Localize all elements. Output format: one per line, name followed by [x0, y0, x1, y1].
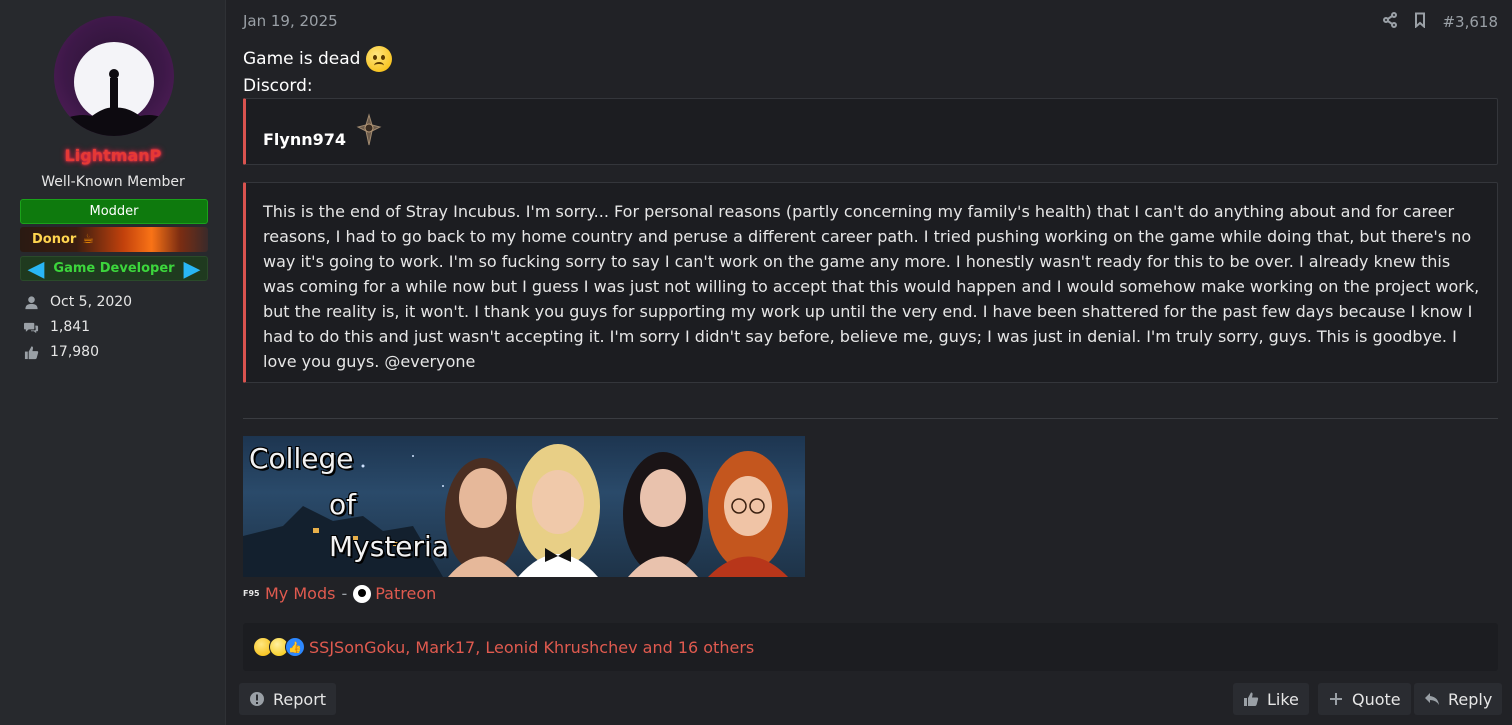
donor-banner: Donor ☕: [20, 227, 208, 252]
report-label: Report: [273, 689, 327, 709]
post-date[interactable]: Jan 19, 2025: [243, 12, 338, 30]
post-number[interactable]: #3,618: [1442, 13, 1498, 31]
like-icon: [1244, 692, 1259, 706]
quote-label: Quote: [1352, 689, 1401, 709]
link-separator: -: [341, 584, 348, 603]
post-tools: #3,618: [1382, 12, 1498, 32]
reply-button[interactable]: Reply: [1414, 683, 1503, 715]
game-developer-banner: ◀ Game Developer ▶: [20, 256, 208, 282]
quote-author-name[interactable]: Flynn974: [263, 130, 346, 149]
user-title: Well-Known Member: [41, 174, 185, 190]
reaction-icons: 👍: [253, 637, 305, 657]
signature-banner-image[interactable]: College of Mysteria: [243, 436, 805, 577]
my-mods-link[interactable]: My Mods: [265, 584, 335, 603]
game-developer-label: Game Developer: [53, 261, 175, 276]
arrow-right-icon: ▶: [183, 257, 201, 282]
post-line-2: Discord:: [243, 76, 313, 96]
post-line-1: Game is dead: [243, 46, 393, 72]
post-line-1-text: Game is dead: [243, 49, 361, 69]
signature-divider: [243, 418, 1498, 419]
username[interactable]: LightmanP: [0, 146, 226, 165]
f95-logo-icon: F95: [243, 588, 260, 598]
banner-word-3: Mysteria: [329, 530, 449, 563]
plus-icon: [1330, 693, 1342, 705]
arrow-left-icon: ◀: [27, 257, 45, 282]
avatar[interactable]: [54, 16, 174, 136]
reply-label: Reply: [1448, 689, 1493, 709]
patreon-icon: [353, 584, 372, 603]
quote-body: This is the end of Stray Incubus. I'm so…: [243, 182, 1498, 383]
user-icon: [22, 294, 40, 310]
banner-word-2: of: [329, 488, 356, 521]
bookmark-icon[interactable]: [1412, 12, 1428, 32]
share-icon[interactable]: [1382, 12, 1398, 32]
like-label: Like: [1267, 689, 1299, 709]
report-button[interactable]: Report: [239, 683, 337, 715]
reaction-score: 17,980: [50, 344, 99, 360]
like-reaction-icon: 👍: [285, 637, 305, 657]
banner-word-1: College: [249, 442, 354, 475]
like-button[interactable]: Like: [1233, 683, 1309, 715]
quote-author-block: Flynn974: [243, 98, 1498, 165]
signature-links: F95 My Mods - Patreon: [243, 584, 436, 603]
thumbs-up-icon: [22, 344, 40, 360]
patreon-link[interactable]: Patreon: [375, 584, 436, 603]
report-icon: [250, 692, 264, 706]
comments-icon: [22, 319, 40, 335]
donor-label: Donor: [32, 232, 77, 247]
modder-banner: Modder: [20, 199, 208, 224]
reply-icon: [1425, 693, 1439, 705]
stat-reactions: 17,980: [22, 342, 99, 362]
emblem-icon: [356, 113, 382, 147]
reactions-bar[interactable]: 👍 SSJSonGoku, Mark17, Leonid Khrushchev …: [243, 623, 1498, 671]
sad-emoji-icon: [366, 46, 393, 72]
quote-button[interactable]: Quote: [1318, 683, 1411, 715]
joined-date: Oct 5, 2020: [50, 294, 133, 310]
user-sidebar: LightmanP Well-Known Member Modder Donor…: [0, 0, 226, 725]
reaction-names[interactable]: SSJSonGoku, Mark17, Leonid Khrushchev an…: [309, 638, 754, 657]
quote-text: This is the end of Stray Incubus. I'm so…: [263, 202, 1480, 371]
coffee-icon: ☕: [82, 232, 94, 247]
post-main: Jan 19, 2025 #3,618 Game is dead Discord…: [227, 0, 1512, 725]
stat-joined: Oct 5, 2020: [22, 292, 132, 312]
message-count: 1,841: [50, 319, 91, 335]
stat-messages: 1,841: [22, 317, 90, 337]
